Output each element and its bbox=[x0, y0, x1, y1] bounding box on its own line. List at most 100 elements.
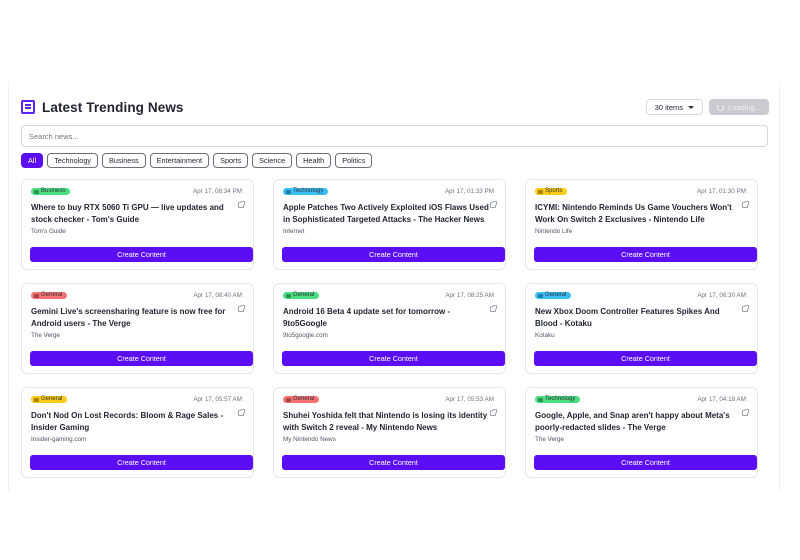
search-input[interactable] bbox=[21, 125, 768, 147]
news-card: General Apr 17, 08:25 AM Android 16 Beta… bbox=[273, 283, 506, 374]
items-count-select[interactable]: 30 items bbox=[645, 99, 703, 115]
category-label: Technology bbox=[293, 188, 324, 194]
filter-chip-business[interactable]: Business bbox=[102, 153, 146, 168]
card-source: The Verge bbox=[535, 436, 565, 443]
card-source: My Nintendo News bbox=[283, 436, 336, 443]
tag-icon bbox=[34, 189, 39, 194]
card-title[interactable]: ICYMI: Nintendo Reminds Us Game Vouchers… bbox=[535, 202, 741, 225]
external-link-icon[interactable] bbox=[742, 305, 749, 312]
external-link-icon[interactable] bbox=[490, 409, 497, 416]
create-content-button[interactable]: Create Content bbox=[30, 247, 253, 262]
card-date: Apr 17, 06:30 AM bbox=[697, 292, 746, 299]
filter-chip-all[interactable]: All bbox=[21, 153, 44, 168]
category-label: General bbox=[293, 292, 315, 298]
category-badge: General bbox=[31, 396, 68, 403]
card-source: Kotaku bbox=[535, 332, 555, 339]
tag-icon bbox=[286, 397, 291, 402]
card-date: Apr 17, 01:33 PM bbox=[444, 188, 494, 195]
external-link-icon[interactable] bbox=[238, 305, 245, 312]
filter-chip-health[interactable]: Health bbox=[296, 153, 332, 168]
category-badge: Technology bbox=[535, 396, 581, 403]
card-source: Internet bbox=[283, 228, 305, 235]
category-label: General bbox=[41, 292, 63, 298]
create-content-button[interactable]: Create Content bbox=[30, 455, 253, 470]
filter-chip-sports[interactable]: Sports bbox=[213, 153, 249, 168]
category-label: Sports bbox=[545, 188, 563, 194]
create-content-button[interactable]: Create Content bbox=[282, 455, 505, 470]
create-content-button[interactable]: Create Content bbox=[534, 247, 757, 262]
create-content-button[interactable]: Create Content bbox=[534, 455, 757, 470]
news-panel: Latest Trending News 30 items Loading...… bbox=[8, 82, 780, 492]
category-badge: General bbox=[535, 292, 572, 299]
category-label: Technology bbox=[545, 396, 576, 402]
items-count-label: 30 items bbox=[654, 102, 683, 112]
card-title[interactable]: Android 16 Beta 4 update set for tomorro… bbox=[283, 306, 489, 329]
tag-icon bbox=[286, 189, 291, 194]
card-date: Apr 17, 08:25 AM bbox=[445, 292, 494, 299]
tag-icon bbox=[34, 293, 39, 298]
create-content-button[interactable]: Create Content bbox=[282, 247, 505, 262]
category-badge: General bbox=[31, 292, 68, 299]
category-label: Business bbox=[41, 188, 66, 194]
card-source: Nintendo Life bbox=[535, 228, 573, 235]
loading-button[interactable]: Loading... bbox=[709, 99, 769, 115]
news-card: Business Apr 17, 08:34 PM Where to buy R… bbox=[21, 179, 254, 270]
create-content-button[interactable]: Create Content bbox=[282, 351, 505, 366]
external-link-icon[interactable] bbox=[490, 201, 497, 208]
news-card: Sports Apr 17, 01:30 PM ICYMI: Nintendo … bbox=[525, 179, 758, 270]
filter-chip-science[interactable]: Science bbox=[252, 153, 293, 168]
card-source: Tom's Guide bbox=[31, 228, 66, 235]
external-link-icon[interactable] bbox=[742, 201, 749, 208]
news-card: General Apr 17, 05:53 AM Shuhei Yoshida … bbox=[273, 387, 506, 478]
category-badge: Sports bbox=[535, 188, 568, 195]
filter-chip-entertainment[interactable]: Entertainment bbox=[149, 153, 210, 168]
card-title[interactable]: Shuhei Yoshida felt that Nintendo is los… bbox=[283, 410, 489, 433]
tag-icon bbox=[538, 397, 543, 402]
card-title[interactable]: New Xbox Doom Controller Features Spikes… bbox=[535, 306, 741, 329]
news-grid: Business Apr 17, 08:34 PM Where to buy R… bbox=[21, 179, 769, 478]
card-source: The Verge bbox=[31, 332, 61, 339]
page-title: Latest Trending News bbox=[42, 99, 184, 115]
tag-icon bbox=[34, 397, 39, 402]
loading-label: Loading... bbox=[728, 102, 761, 112]
news-card: Technology Apr 17, 04:18 AM Google, Appl… bbox=[525, 387, 758, 478]
card-title[interactable]: Don't Nod On Lost Records: Bloom & Rage … bbox=[31, 410, 237, 433]
news-card: General Apr 17, 05:57 AM Don't Nod On Lo… bbox=[21, 387, 254, 478]
category-badge: General bbox=[283, 396, 320, 403]
spinner-icon bbox=[717, 103, 725, 111]
card-title[interactable]: Where to buy RTX 5060 Ti GPU — live upda… bbox=[31, 202, 237, 225]
card-date: Apr 17, 05:57 AM bbox=[193, 396, 242, 403]
tag-icon bbox=[286, 293, 291, 298]
create-content-button[interactable]: Create Content bbox=[534, 351, 757, 366]
category-filters: All Technology Business Entertainment Sports… bbox=[21, 153, 373, 168]
filter-chip-politics[interactable]: Politics bbox=[335, 153, 373, 168]
category-badge: General bbox=[283, 292, 320, 299]
external-link-icon[interactable] bbox=[238, 201, 245, 208]
tag-icon bbox=[538, 293, 543, 298]
card-title[interactable]: Gemini Live's screensharing feature is n… bbox=[31, 306, 237, 329]
chevron-down-icon bbox=[688, 105, 694, 109]
card-title[interactable]: Google, Apple, and Snap aren't happy abo… bbox=[535, 410, 741, 433]
category-label: General bbox=[545, 292, 567, 298]
card-title[interactable]: Apple Patches Two Actively Exploited iOS… bbox=[283, 202, 489, 225]
category-label: General bbox=[293, 396, 315, 402]
tag-icon bbox=[538, 189, 543, 194]
card-date: Apr 17, 01:30 PM bbox=[696, 188, 746, 195]
external-link-icon[interactable] bbox=[490, 305, 497, 312]
external-link-icon[interactable] bbox=[238, 409, 245, 416]
card-date: Apr 17, 05:53 AM bbox=[445, 396, 494, 403]
category-label: General bbox=[41, 396, 63, 402]
card-date: Apr 17, 04:18 AM bbox=[697, 396, 746, 403]
create-content-button[interactable]: Create Content bbox=[30, 351, 253, 366]
external-link-icon[interactable] bbox=[742, 409, 749, 416]
card-source: Insider-gaming.com bbox=[31, 436, 87, 443]
news-card: General Apr 17, 06:30 AM New Xbox Doom C… bbox=[525, 283, 758, 374]
newspaper-icon bbox=[21, 100, 35, 114]
category-badge: Technology bbox=[283, 188, 329, 195]
news-card: General Apr 17, 08:40 AM Gemini Live's s… bbox=[21, 283, 254, 374]
panel-header: Latest Trending News 30 items Loading... bbox=[21, 96, 769, 118]
category-badge: Business bbox=[31, 188, 71, 195]
header-actions: 30 items Loading... bbox=[645, 99, 769, 115]
filter-chip-technology[interactable]: Technology bbox=[47, 153, 99, 168]
card-date: Apr 17, 08:40 AM bbox=[193, 292, 242, 299]
